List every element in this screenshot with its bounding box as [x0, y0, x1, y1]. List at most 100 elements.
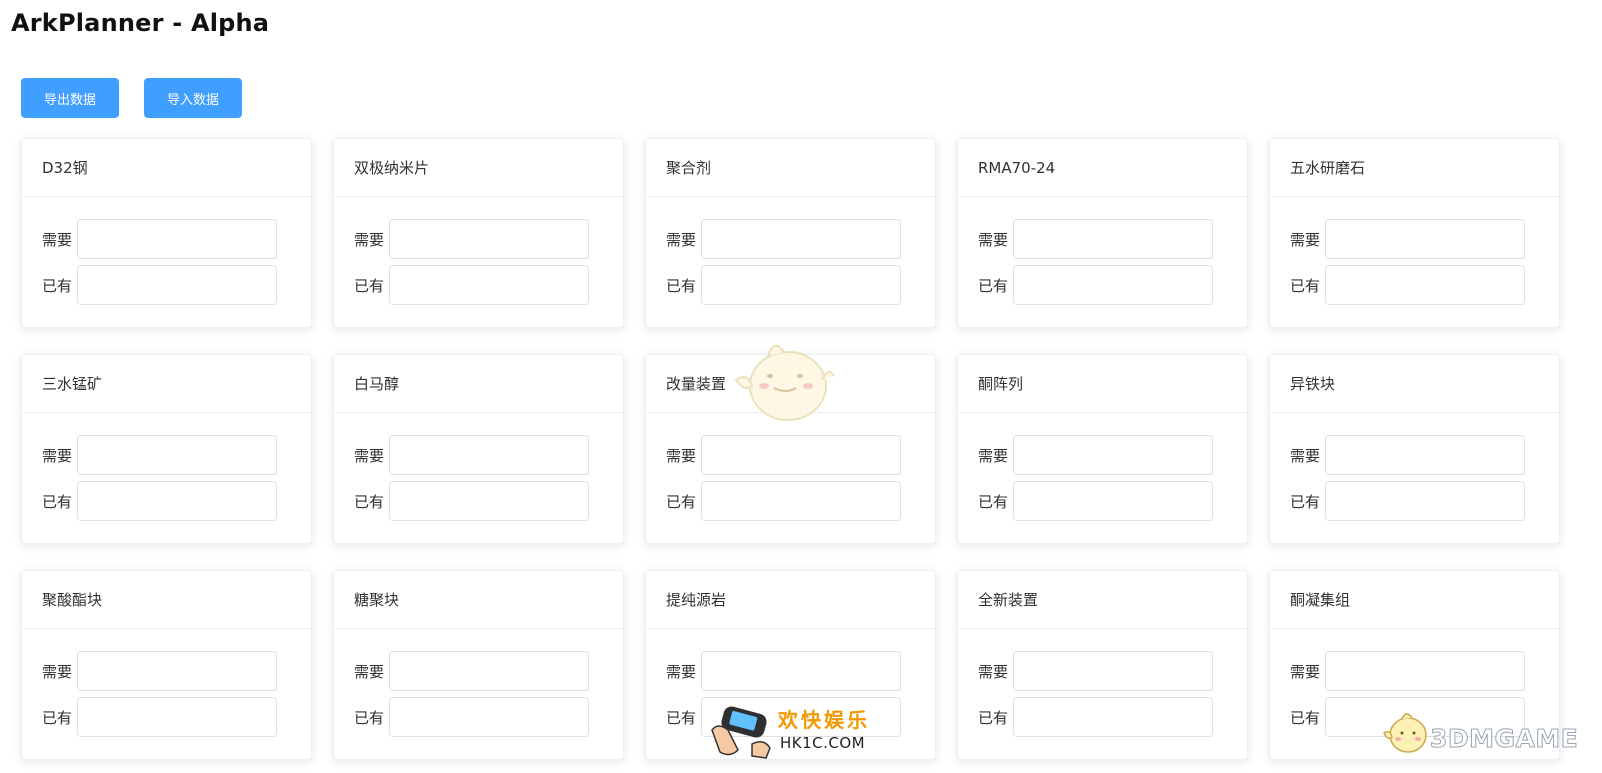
material-name: 三水锰矿 — [42, 375, 103, 393]
material-name: 提纯源岩 — [666, 591, 727, 609]
material-card-body: 需要 已有 — [334, 413, 623, 521]
have-label: 已有 — [354, 276, 385, 295]
game3dm-watermark: 3DMGAME — [1380, 705, 1602, 765]
need-input[interactable] — [1325, 219, 1525, 259]
need-row: 需要 — [978, 651, 1247, 691]
hk1c-en-text: HK1C.COM — [780, 734, 866, 752]
need-label: 需要 — [666, 662, 697, 681]
material-card-header: 聚合剂 — [646, 139, 935, 197]
need-input[interactable] — [389, 651, 589, 691]
material-name: 白马醇 — [354, 375, 400, 393]
material-card-body: 需要 已有 — [958, 197, 1247, 305]
have-input[interactable] — [1013, 481, 1213, 521]
have-label: 已有 — [666, 492, 697, 511]
have-row: 已有 — [1290, 265, 1559, 305]
have-row: 已有 — [42, 265, 311, 305]
have-input[interactable] — [389, 265, 589, 305]
need-label: 需要 — [1290, 230, 1321, 249]
have-input[interactable] — [77, 481, 277, 521]
material-card-body: 需要 已有 — [646, 413, 935, 521]
material-card-header: 提纯源岩 — [646, 571, 935, 629]
have-label: 已有 — [42, 492, 73, 511]
have-input[interactable] — [1013, 697, 1213, 737]
material-card-body: 需要 已有 — [334, 629, 623, 737]
material-card: 全新装置 需要 已有 — [957, 570, 1248, 760]
material-name: 酮阵列 — [978, 375, 1024, 393]
material-name: 酮凝集组 — [1290, 591, 1351, 609]
material-card-body: 需要 已有 — [22, 413, 311, 521]
material-card-header: 白马醇 — [334, 355, 623, 413]
have-input[interactable] — [389, 697, 589, 737]
game3dm-text: 3DMGAME — [1429, 724, 1579, 754]
need-label: 需要 — [1290, 662, 1321, 681]
material-name: 改量装置 — [666, 375, 727, 393]
material-card-body: 需要 已有 — [1270, 413, 1559, 521]
need-input[interactable] — [701, 651, 901, 691]
have-row: 已有 — [42, 697, 311, 737]
need-label: 需要 — [354, 446, 385, 465]
have-row: 已有 — [42, 481, 311, 521]
import-data-button[interactable]: 导入数据 — [144, 78, 242, 118]
material-card-header: 酮凝集组 — [1270, 571, 1559, 629]
need-row: 需要 — [1290, 219, 1559, 259]
have-row: 已有 — [1290, 481, 1559, 521]
material-card-header: 双极纳米片 — [334, 139, 623, 197]
material-card-body: 需要 已有 — [646, 197, 935, 305]
hk1c-cn-text: 欢快娱乐 — [778, 708, 870, 732]
have-input[interactable] — [1325, 481, 1525, 521]
need-row: 需要 — [354, 435, 623, 475]
material-grid: D32钢 需要 已有 双极纳米片 需要 已有 聚合剂 需要 已有 RMA70-2… — [21, 138, 1560, 760]
need-row: 需要 — [978, 435, 1247, 475]
need-input[interactable] — [701, 435, 901, 475]
need-input[interactable] — [701, 219, 901, 259]
have-row: 已有 — [978, 481, 1247, 521]
material-card-body: 需要 已有 — [958, 413, 1247, 521]
material-card: 异铁块 需要 已有 — [1269, 354, 1560, 544]
material-card-header: 五水研磨石 — [1270, 139, 1559, 197]
material-card-header: RMA70-24 — [958, 139, 1247, 197]
material-card-header: 全新装置 — [958, 571, 1247, 629]
have-label: 已有 — [978, 708, 1009, 727]
need-label: 需要 — [978, 662, 1009, 681]
toolbar: 导出数据 导入数据 — [21, 78, 242, 118]
material-card-body: 需要 已有 — [22, 197, 311, 305]
have-input[interactable] — [77, 265, 277, 305]
need-input[interactable] — [1013, 435, 1213, 475]
need-row: 需要 — [42, 435, 311, 475]
have-input[interactable] — [1013, 265, 1213, 305]
need-row: 需要 — [1290, 435, 1559, 475]
material-card-body: 需要 已有 — [334, 197, 623, 305]
material-card-header: 酮阵列 — [958, 355, 1247, 413]
need-input[interactable] — [1013, 651, 1213, 691]
material-card: 聚酸酯块 需要 已有 — [21, 570, 312, 760]
have-label: 已有 — [978, 492, 1009, 511]
material-card-body: 需要 已有 — [22, 629, 311, 737]
have-label: 已有 — [1290, 276, 1321, 295]
have-input[interactable] — [701, 265, 901, 305]
material-name: 异铁块 — [1290, 375, 1336, 393]
need-input[interactable] — [77, 651, 277, 691]
hk1c-watermark: 欢快娱乐 HK1C.COM — [708, 700, 878, 760]
have-input[interactable] — [701, 481, 901, 521]
have-input[interactable] — [1325, 265, 1525, 305]
need-row: 需要 — [42, 651, 311, 691]
need-label: 需要 — [42, 662, 73, 681]
need-input[interactable] — [1013, 219, 1213, 259]
material-card-header: 三水锰矿 — [22, 355, 311, 413]
have-input[interactable] — [77, 697, 277, 737]
have-input[interactable] — [389, 481, 589, 521]
need-input[interactable] — [77, 435, 277, 475]
need-input[interactable] — [1325, 651, 1525, 691]
material-card: 糖聚块 需要 已有 — [333, 570, 624, 760]
need-label: 需要 — [978, 230, 1009, 249]
export-data-button[interactable]: 导出数据 — [21, 78, 119, 118]
have-row: 已有 — [666, 481, 935, 521]
need-label: 需要 — [354, 662, 385, 681]
need-label: 需要 — [354, 230, 385, 249]
need-row: 需要 — [666, 651, 935, 691]
need-input[interactable] — [389, 435, 589, 475]
material-card: 酮阵列 需要 已有 — [957, 354, 1248, 544]
need-input[interactable] — [1325, 435, 1525, 475]
need-input[interactable] — [77, 219, 277, 259]
need-input[interactable] — [389, 219, 589, 259]
